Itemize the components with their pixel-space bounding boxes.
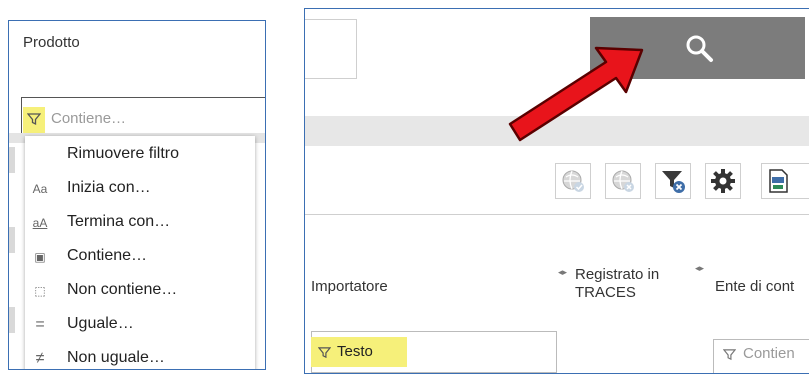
globe-remove-button[interactable] — [605, 163, 641, 199]
search-criteria-input[interactable] — [305, 19, 357, 79]
globe-check-icon — [562, 170, 584, 192]
starts-with-icon: Aa — [32, 182, 48, 196]
clear-filter-icon — [662, 171, 685, 193]
ends-with-icon: aA — [32, 216, 48, 230]
menu-item-equals[interactable]: = Uguale… — [25, 310, 255, 340]
search-icon — [686, 35, 713, 62]
column-header-registrato-line2[interactable]: TRACES — [575, 284, 636, 301]
ente-filter-placeholder: Contien — [743, 345, 795, 362]
column-header-ente[interactable]: Ente di cont — [715, 278, 794, 295]
clear-filter-button[interactable] — [655, 163, 691, 199]
not-contains-icon: ⬚ — [34, 284, 46, 298]
toolbar-divider — [305, 214, 809, 215]
menu-item-remove-filter[interactable]: Rimuovere filtro — [25, 140, 255, 170]
filter-funnel-icon[interactable] — [723, 348, 736, 361]
red-arrow-annotation — [508, 46, 644, 142]
column-title-prodotto: Prodotto — [23, 34, 80, 51]
filter-funnel-icon[interactable] — [318, 346, 331, 359]
menu-item-starts-with[interactable]: Aa Inizia con… — [25, 174, 255, 204]
filter-placeholder: Contiene… — [51, 110, 127, 127]
menu-item-contains[interactable]: ▣ Contiene… — [25, 242, 255, 272]
row-stub — [9, 147, 15, 173]
column-resize-icon[interactable]: ◂▸ — [558, 267, 567, 278]
globe-x-icon — [612, 170, 634, 192]
product-filter-panel: Prodotto Contiene… Rimuovere filtro Aa I… — [8, 20, 266, 370]
equals-icon: = — [35, 316, 45, 333]
menu-item-not-equals[interactable]: ≠ Non uguale… — [25, 344, 255, 369]
row-stub — [9, 307, 15, 333]
export-xls-button[interactable] — [761, 163, 809, 199]
filter-operator-menu: Rimuovere filtro Aa Inizia con… aA Termi… — [25, 136, 255, 369]
filter-mode-label: Testo — [337, 343, 373, 360]
not-equals-icon: ≠ — [35, 350, 45, 367]
column-header-importatore[interactable]: Importatore — [311, 278, 388, 295]
settings-gear-icon — [711, 169, 735, 193]
globe-check-button[interactable] — [555, 163, 591, 199]
export-xls-icon — [769, 169, 788, 193]
filter-funnel-icon[interactable] — [27, 112, 41, 126]
row-stub — [9, 227, 15, 253]
menu-item-ends-with[interactable]: aA Termina con… — [25, 208, 255, 238]
column-header-registrato-line1[interactable]: Registrato in — [575, 266, 659, 283]
menu-item-not-contains[interactable]: ⬚ Non contiene… — [25, 276, 255, 306]
contains-icon: ▣ — [34, 250, 46, 264]
column-resize-icon[interactable]: ◂▸ — [695, 263, 704, 274]
settings-button[interactable] — [705, 163, 741, 199]
